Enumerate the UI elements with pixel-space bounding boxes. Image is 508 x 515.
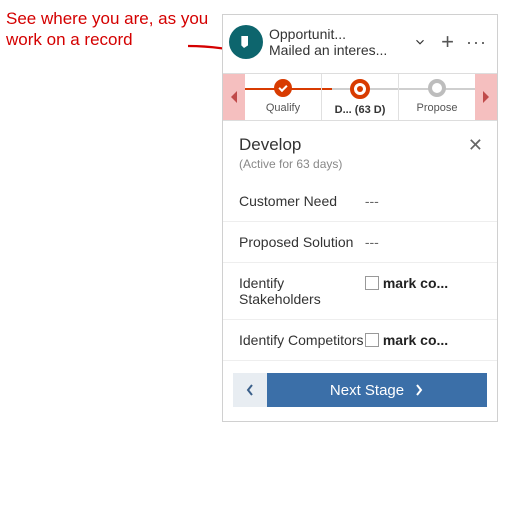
checkbox-label: mark co... — [383, 275, 448, 291]
process-stages-row: Qualify D... (63 D) Propose — [223, 73, 497, 121]
stage-label: Propose — [417, 102, 458, 114]
field-row[interactable]: Identify Competitors mark co... — [223, 320, 497, 361]
record-type-icon — [229, 25, 263, 59]
record-header: Opportunit... Mailed an interes... + ··· — [223, 15, 497, 69]
field-label: Identify Competitors — [239, 332, 365, 348]
stages-track: Qualify D... (63 D) Propose — [245, 74, 475, 120]
next-stage-label: Next Stage — [330, 382, 404, 399]
stage-detail-subtitle: (Active for 63 days) — [239, 157, 481, 171]
field-row[interactable]: Identify Stakeholders mark co... — [223, 263, 497, 320]
stage-node-done-icon — [274, 79, 292, 97]
record-panel: Opportunit... Mailed an interes... + ···… — [222, 14, 498, 422]
next-stage-button[interactable]: Next Stage — [267, 373, 487, 407]
expand-record-chevron[interactable] — [411, 35, 429, 49]
record-header-text: Opportunit... Mailed an interes... — [269, 26, 405, 58]
stage-label: Qualify — [266, 102, 300, 114]
prev-stage-button[interactable] — [233, 373, 267, 407]
stage-node-current-icon — [350, 79, 370, 99]
field-label: Proposed Solution — [239, 234, 365, 250]
annotation-text: See where you are, as you work on a reco… — [6, 8, 216, 51]
add-button[interactable]: + — [441, 29, 454, 55]
field-label: Identify Stakeholders — [239, 275, 365, 307]
more-button[interactable]: ··· — [466, 32, 487, 53]
field-row[interactable]: Proposed Solution --- — [223, 222, 497, 263]
stage-node-future-icon — [428, 79, 446, 97]
stage-develop[interactable]: D... (63 D) — [322, 74, 399, 120]
stage-propose[interactable]: Propose — [399, 74, 475, 120]
field-value: --- — [365, 234, 481, 250]
stage-fields: Customer Need --- Proposed Solution --- … — [223, 177, 497, 361]
stages-next-button[interactable] — [475, 74, 497, 120]
record-title: Opportunit... — [269, 26, 405, 42]
stage-detail-header: Develop (Active for 63 days) ✕ — [223, 121, 497, 177]
checkbox[interactable] — [365, 276, 379, 290]
checkbox-label: mark co... — [383, 332, 448, 348]
field-value: --- — [365, 193, 481, 209]
close-icon[interactable]: ✕ — [468, 135, 483, 156]
chevron-right-icon — [414, 383, 424, 397]
record-subtitle: Mailed an interes... — [269, 42, 405, 58]
stage-footer: Next Stage — [223, 361, 497, 421]
stage-detail-title: Develop — [239, 135, 481, 155]
field-label: Customer Need — [239, 193, 365, 209]
stage-qualify[interactable]: Qualify — [245, 74, 322, 120]
field-row[interactable]: Customer Need --- — [223, 181, 497, 222]
stage-label: D... (63 D) — [335, 104, 386, 116]
stages-prev-button[interactable] — [223, 74, 245, 120]
checkbox[interactable] — [365, 333, 379, 347]
